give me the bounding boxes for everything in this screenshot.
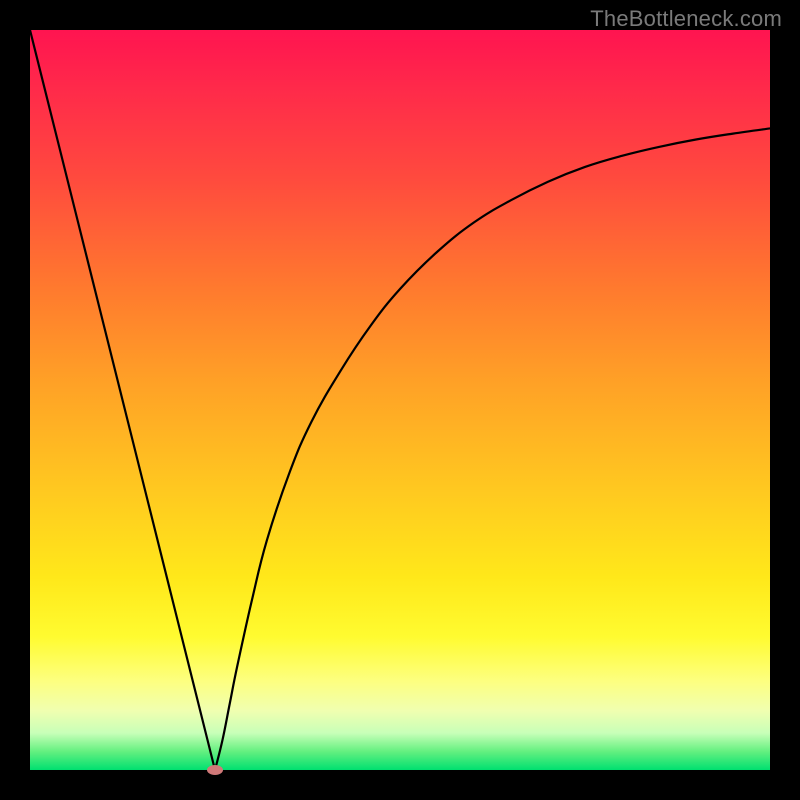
bottleneck-curve	[30, 30, 770, 770]
chart-frame: TheBottleneck.com	[0, 0, 800, 800]
plot-area	[30, 30, 770, 770]
curve-svg	[30, 30, 770, 770]
minimum-marker	[207, 765, 223, 775]
watermark-text: TheBottleneck.com	[590, 6, 782, 32]
